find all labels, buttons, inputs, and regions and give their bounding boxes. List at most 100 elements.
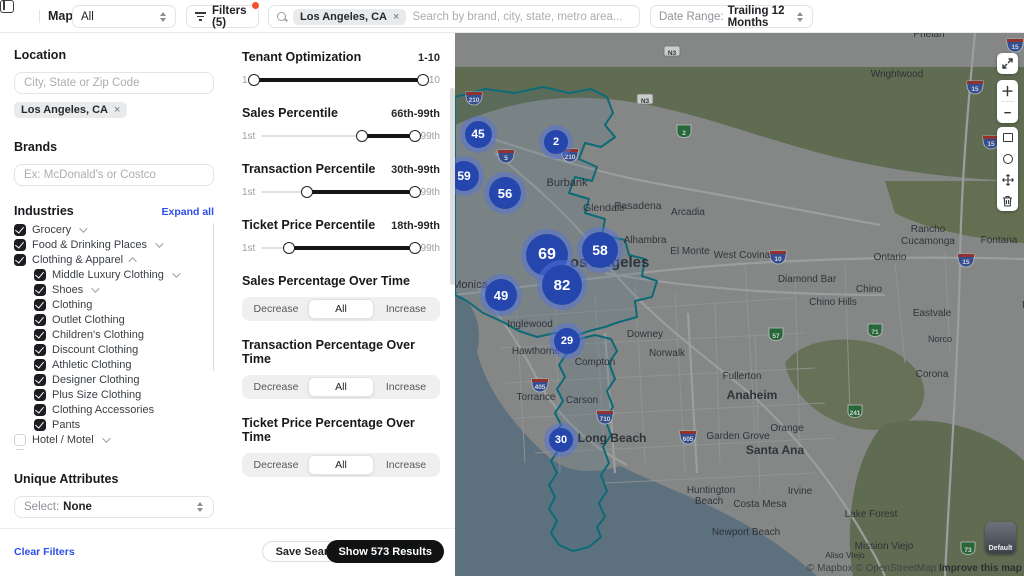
slider-handle-low[interactable]	[248, 74, 260, 86]
slider-handle-high[interactable]	[409, 130, 421, 142]
industry-item[interactable]: Hotel / Motel	[14, 432, 214, 447]
date-range-dropdown[interactable]: Date Range: Trailing 12 Months	[650, 5, 813, 28]
zoom-in-button[interactable]: ＋	[997, 80, 1018, 101]
range-slider[interactable]: 110	[242, 73, 440, 87]
checkbox[interactable]	[34, 344, 46, 356]
industry-item[interactable]: Shoes	[14, 282, 214, 297]
industry-item[interactable]: Grocery	[14, 222, 214, 237]
checkbox[interactable]	[34, 389, 46, 401]
location-input[interactable]: City, State or Zip Code	[14, 72, 214, 94]
draw-circle-button[interactable]	[997, 148, 1018, 169]
slider-handle-low[interactable]	[301, 186, 313, 198]
chevron-up-icon[interactable]	[128, 257, 136, 265]
slider-range-value: 30th-99th	[391, 164, 440, 176]
search-chip[interactable]: Los Angeles, CA×	[293, 9, 406, 25]
chevron-down-icon[interactable]	[172, 269, 180, 277]
industry-item[interactable]: Pants	[14, 417, 214, 432]
checkbox[interactable]	[34, 269, 46, 281]
location-chip[interactable]: Los Angeles, CA×	[14, 102, 127, 118]
checkbox[interactable]	[34, 374, 46, 386]
range-slider[interactable]: 1st99th	[242, 129, 440, 143]
show-results-button[interactable]: Show 573 Results	[326, 540, 444, 563]
filters-button[interactable]: Filters (5)	[186, 5, 259, 28]
segment-option-decrease[interactable]: Decrease	[244, 455, 308, 475]
industry-item[interactable]: Clothing	[14, 297, 214, 312]
industry-item[interactable]: Food & Drinking Places	[14, 237, 214, 252]
chip-close-icon[interactable]: ×	[114, 104, 120, 116]
slider-handle-high[interactable]	[409, 186, 421, 198]
chip-close-icon[interactable]: ×	[393, 11, 399, 23]
filters-panel-scrollbar[interactable]	[450, 88, 455, 285]
segment-option-increase[interactable]: Increase	[374, 455, 438, 475]
industry-item[interactable]: Athletic Clothing	[14, 357, 214, 372]
chevron-down-icon[interactable]	[102, 434, 110, 442]
map-cluster[interactable]: 58	[582, 232, 618, 268]
range-slider[interactable]: 1st99th	[242, 241, 440, 255]
industry-item[interactable]: Clothing Accessories	[14, 402, 214, 417]
industry-item[interactable]: Children's Clothing	[14, 327, 214, 342]
map-cluster[interactable]: 49	[485, 279, 517, 311]
segment-option-decrease[interactable]: Decrease	[244, 299, 308, 319]
map-cluster[interactable]: 2	[544, 130, 568, 154]
checkbox[interactable]	[14, 434, 26, 446]
chevron-down-icon[interactable]	[91, 284, 99, 292]
industries-section-title: Industries	[14, 204, 74, 218]
map-style-button[interactable]: Default	[985, 522, 1016, 554]
delete-shape-button[interactable]	[997, 190, 1018, 211]
checkbox[interactable]	[14, 224, 26, 236]
map-cluster[interactable]: 82	[542, 265, 582, 305]
map-canvas[interactable]: 210521040571060510151515152577124173N3N3…	[455, 33, 1024, 576]
industry-label: Clothing	[52, 299, 92, 311]
industry-item[interactable]: Outlet Clothing	[14, 312, 214, 327]
slider-range-value: 18th-99th	[391, 220, 440, 232]
unique-attributes-select[interactable]: Select: None	[14, 496, 214, 518]
segment-option-all[interactable]: All	[308, 455, 374, 475]
range-slider[interactable]: 1st99th	[242, 185, 440, 199]
industry-item[interactable]: Clothing & Apparel	[14, 252, 214, 267]
segment-option-increase[interactable]: Increase	[374, 377, 438, 397]
map-cluster[interactable]: 30	[549, 428, 573, 452]
industries-scrollbar[interactable]	[213, 222, 214, 372]
segment-option-decrease[interactable]: Decrease	[244, 377, 308, 397]
zoom-out-button[interactable]: −	[997, 102, 1018, 123]
industry-item[interactable]: Plus Size Clothing	[14, 387, 214, 402]
clear-filters-link[interactable]: Clear Filters	[14, 546, 75, 558]
slider-handle-low[interactable]	[356, 130, 368, 142]
checkbox[interactable]	[34, 284, 46, 296]
industry-item[interactable]: Middle Luxury Clothing	[14, 267, 214, 282]
checkbox[interactable]	[34, 299, 46, 311]
industry-item[interactable]: Gas	[14, 447, 214, 450]
move-button[interactable]	[997, 169, 1018, 190]
checkbox[interactable]	[34, 314, 46, 326]
improve-map-link[interactable]: Improve this map	[939, 563, 1022, 574]
checkbox[interactable]	[34, 329, 46, 341]
industry-label: Clothing & Apparel	[32, 254, 123, 266]
segment-option-increase[interactable]: Increase	[374, 299, 438, 319]
industry-item[interactable]: Designer Clothing	[14, 372, 214, 387]
chevron-down-icon[interactable]	[79, 224, 87, 232]
checkbox[interactable]	[34, 419, 46, 431]
sidebar-toggle-icon[interactable]	[0, 0, 14, 13]
industry-item[interactable]: Discount Clothing	[14, 342, 214, 357]
slider-handle-high[interactable]	[409, 242, 421, 254]
scope-dropdown[interactable]: All	[72, 5, 176, 28]
checkbox[interactable]	[34, 359, 46, 371]
slider-title: Ticket Price Percentile	[242, 218, 375, 232]
checkbox[interactable]	[14, 239, 26, 251]
map-cluster[interactable]: 56	[489, 177, 521, 209]
brands-input[interactable]: Ex: McDonald's or Costco	[14, 164, 214, 186]
checkbox[interactable]	[14, 449, 26, 451]
draw-rectangle-button[interactable]	[997, 127, 1018, 148]
expand-all-link[interactable]: Expand all	[161, 206, 214, 218]
checkbox[interactable]	[34, 404, 46, 416]
slider-handle-high[interactable]	[417, 74, 429, 86]
map-cluster[interactable]: 45	[465, 121, 492, 148]
segment-option-all[interactable]: All	[308, 377, 374, 397]
segment-option-all[interactable]: All	[308, 299, 374, 319]
checkbox[interactable]	[14, 254, 26, 266]
slider-handle-low[interactable]	[283, 242, 295, 254]
expand-map-button[interactable]	[997, 53, 1018, 74]
map-cluster[interactable]: 29	[554, 328, 580, 354]
chevron-down-icon[interactable]	[155, 239, 163, 247]
search-input[interactable]: Los Angeles, CA× Search by brand, city, …	[268, 5, 640, 28]
